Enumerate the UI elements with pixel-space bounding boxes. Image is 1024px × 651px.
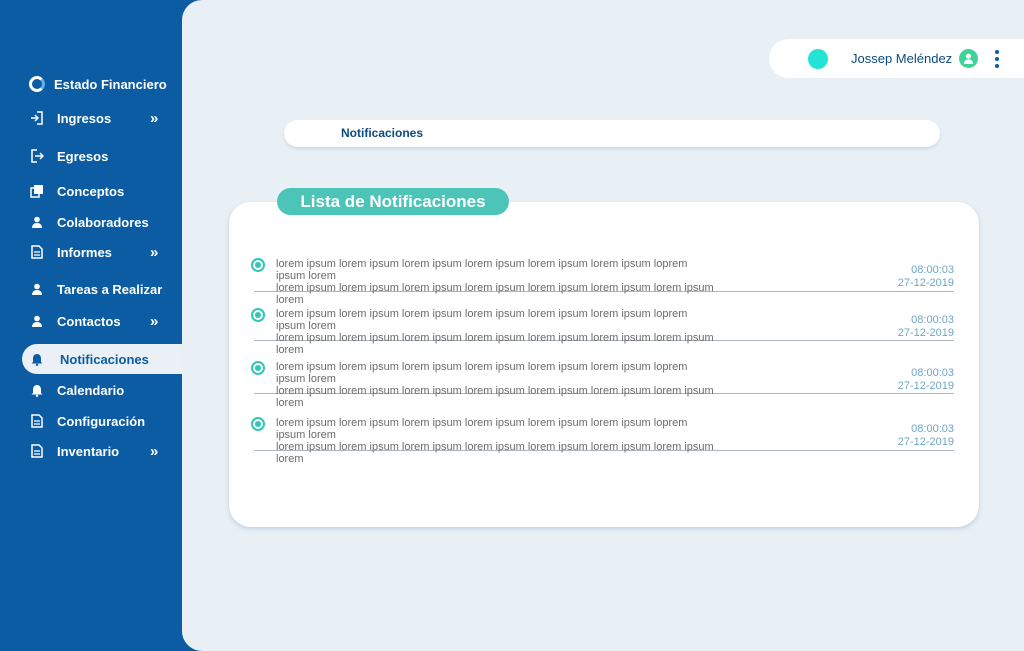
breadcrumb-current[interactable]: Notificaciones [341, 126, 423, 140]
document-icon [30, 245, 44, 259]
notification-timestamp: 08:00:03 27-12-2019 [898, 264, 954, 290]
chevron-right-icon: » [150, 243, 159, 261]
sidebar-item-egresos[interactable]: Egresos [22, 141, 182, 171]
chevron-right-icon: » [150, 109, 159, 127]
sidebar-item-ingresos[interactable]: Ingresos » [22, 103, 182, 133]
sign-in-icon [30, 111, 44, 125]
notification-line: lorem ipsum lorem ipsum lorem ipsum lore… [276, 332, 714, 356]
notification-text: lorem ipsum lorem ipsum lorem ipsum lore… [276, 361, 716, 409]
notification-timestamp: 08:00:03 27-12-2019 [898, 423, 954, 449]
bell-icon [30, 383, 44, 397]
list-item[interactable]: lorem ipsum lorem ipsum lorem ipsum lore… [251, 258, 954, 306]
notification-line: lorem ipsum lorem ipsum lorem ipsum lore… [276, 308, 688, 332]
bell-icon [30, 352, 44, 366]
notification-line: lorem ipsum lorem ipsum lorem ipsum lore… [276, 385, 714, 409]
list-item[interactable]: lorem ipsum lorem ipsum lorem ipsum lore… [251, 417, 954, 465]
notification-timestamp: 08:00:03 27-12-2019 [898, 314, 954, 340]
notification-text: lorem ipsum lorem ipsum lorem ipsum lore… [276, 258, 716, 306]
sidebar-item-label: Egresos [57, 148, 109, 164]
sidebar-item-inventario[interactable]: Inventario » [22, 436, 182, 466]
more-options-icon[interactable] [994, 50, 1000, 68]
loading-ring-icon [29, 76, 45, 92]
sign-out-icon [30, 149, 44, 163]
copy-icon [30, 184, 44, 198]
sidebar-item-notificaciones[interactable]: Notificaciones [22, 344, 187, 374]
notification-text: lorem ipsum lorem ipsum lorem ipsum lore… [276, 417, 716, 465]
notifications-card: lorem ipsum lorem ipsum lorem ipsum lore… [229, 202, 979, 527]
brand-label: Estado Financiero [54, 76, 167, 92]
notification-line: lorem ipsum lorem ipsum lorem ipsum lore… [276, 282, 714, 306]
sidebar-item-colaboradores[interactable]: Colaboradores [22, 207, 182, 237]
radio-bullet-icon [251, 258, 265, 272]
user-icon [30, 215, 44, 229]
brand[interactable]: Estado Financiero [29, 76, 167, 92]
notification-date: 27-12-2019 [897, 436, 954, 448]
sidebar-item-label: Calendario [57, 382, 125, 398]
sidebar-item-label: Conceptos [57, 183, 125, 199]
radio-bullet-icon [251, 361, 265, 375]
main-content: Jossep Meléndez Notificaciones lorem ips… [182, 0, 1024, 651]
user-name[interactable]: Jossep Meléndez [851, 51, 952, 66]
sidebar-item-contactos[interactable]: Contactos » [22, 306, 182, 336]
user-bar: Jossep Meléndez [769, 39, 1024, 78]
sidebar-item-informes[interactable]: Informes » [22, 237, 182, 267]
sidebar-item-label: Colaboradores [57, 214, 149, 230]
sidebar: Estado Financiero Ingresos » Egresos Con… [0, 0, 200, 651]
notification-line: lorem ipsum lorem ipsum lorem ipsum lore… [276, 361, 688, 385]
user-icon [30, 314, 44, 328]
sidebar-item-label: Ingresos [57, 110, 112, 126]
breadcrumb: Notificaciones [284, 120, 940, 147]
sidebar-item-label: Configuración [57, 413, 146, 429]
document-icon [30, 414, 44, 428]
user-icon [963, 53, 974, 64]
avatar[interactable] [959, 49, 978, 68]
card-title: Lista de Notificaciones [277, 188, 509, 215]
notification-line: lorem ipsum lorem ipsum lorem ipsum lore… [276, 258, 688, 282]
status-indicator [808, 49, 828, 69]
sidebar-item-label: Inventario [57, 443, 120, 459]
notification-text: lorem ipsum lorem ipsum lorem ipsum lore… [276, 308, 716, 356]
notification-date: 27-12-2019 [897, 327, 954, 339]
sidebar-item-label: Notificaciones [60, 351, 149, 367]
sidebar-item-tareas[interactable]: Tareas a Realizar [22, 274, 182, 304]
chevron-right-icon: » [150, 442, 159, 460]
list-item[interactable]: lorem ipsum lorem ipsum lorem ipsum lore… [251, 361, 954, 409]
user-icon [30, 282, 44, 296]
sidebar-item-calendario[interactable]: Calendario [22, 375, 182, 405]
notification-date: 27-12-2019 [897, 277, 954, 289]
notification-line: lorem ipsum lorem ipsum lorem ipsum lore… [276, 441, 714, 465]
sidebar-item-conceptos[interactable]: Conceptos [22, 176, 182, 206]
radio-bullet-icon [251, 308, 265, 322]
notification-line: lorem ipsum lorem ipsum lorem ipsum lore… [276, 417, 688, 441]
notification-date: 27-12-2019 [897, 380, 954, 392]
notification-time: 08:00:03 [911, 367, 954, 379]
chevron-right-icon: » [150, 312, 159, 330]
list-item[interactable]: lorem ipsum lorem ipsum lorem ipsum lore… [251, 308, 954, 356]
document-icon [30, 444, 44, 458]
sidebar-item-label: Informes [57, 244, 112, 260]
notification-time: 08:00:03 [911, 423, 954, 435]
sidebar-item-configuracion[interactable]: Configuración [22, 406, 182, 436]
sidebar-item-label: Tareas a Realizar [57, 281, 163, 297]
notification-time: 08:00:03 [911, 314, 954, 326]
radio-bullet-icon [251, 417, 265, 431]
notification-timestamp: 08:00:03 27-12-2019 [898, 367, 954, 393]
sidebar-item-label: Contactos [57, 313, 121, 329]
notification-time: 08:00:03 [911, 264, 954, 276]
